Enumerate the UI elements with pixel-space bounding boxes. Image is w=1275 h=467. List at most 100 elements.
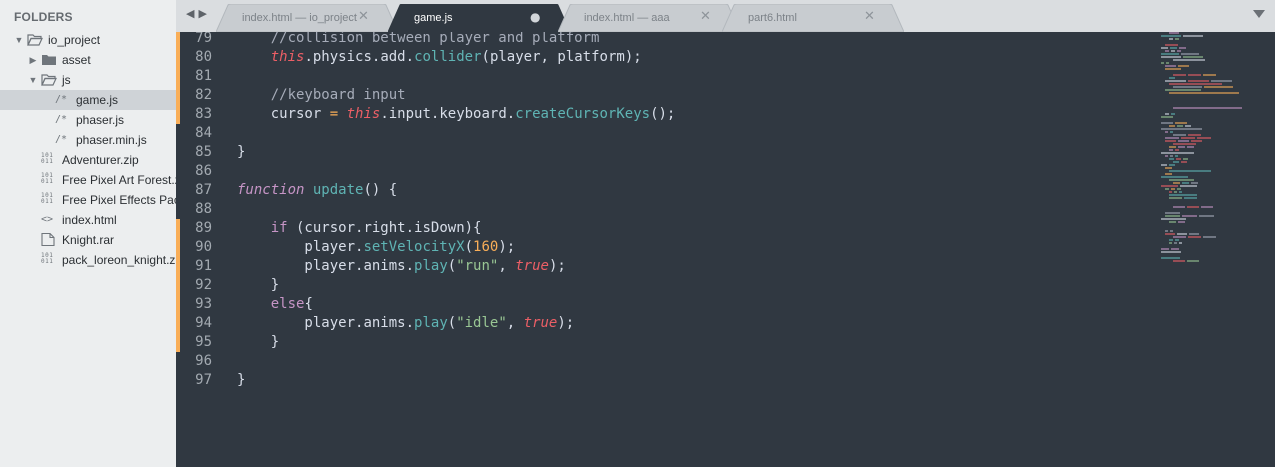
- token-string: "idle": [456, 315, 507, 331]
- sidebar-item-free-pixel-effects-pack[interactable]: 101 011 Free Pixel Effects Pack: [0, 190, 176, 210]
- token-comment: //collision between player and platform: [270, 32, 600, 46]
- token-func: update: [312, 182, 364, 198]
- close-icon[interactable]: ✕: [358, 9, 369, 24]
- code-line[interactable]: 80 this.physics.add.collider(player, pla…: [176, 48, 1156, 67]
- token-plain: input: [388, 106, 431, 122]
- minimap-line: [1177, 50, 1181, 52]
- minimap-line: [1183, 56, 1203, 58]
- minimap-line: [1187, 260, 1199, 262]
- sidebar-item-pack-loreon-knight-zip[interactable]: 101 011 pack_loreon_knight.zip: [0, 250, 176, 270]
- code-line[interactable]: 96: [176, 352, 1156, 371]
- token-punct: );: [548, 258, 566, 274]
- sidebar-item-label: Knight.rar: [62, 233, 115, 247]
- minimap-line: [1175, 239, 1179, 241]
- code-line[interactable]: 89 if (cursor.right.isDown){: [176, 219, 1156, 238]
- code-line[interactable]: 82 //keyboard input: [176, 86, 1156, 105]
- token-plain: physics: [312, 49, 372, 65]
- minimap-line: [1161, 152, 1194, 154]
- sidebar-item-label: pack_loreon_knight.zip: [62, 253, 176, 267]
- sidebar-item-io-project[interactable]: ▼ io_project: [0, 30, 176, 50]
- code-line[interactable]: 79 //collision between player and platfo…: [176, 32, 1156, 48]
- sidebar: FOLDERS ▼ io_project ▶ asset ▼ js /* game.js /* p…: [0, 0, 176, 467]
- code-line[interactable]: 90 player.setVelocityX(160);: [176, 238, 1156, 257]
- close-icon[interactable]: ✕: [864, 9, 875, 24]
- tab-overflow-icon[interactable]: [1253, 10, 1265, 18]
- code-text: }: [237, 371, 245, 390]
- token-punct: ,: [498, 258, 516, 274]
- code-editor[interactable]: 79 //collision between player and platfo…: [176, 32, 1275, 467]
- code-text: this.physics.add.collider(player, platfo…: [237, 48, 642, 67]
- sidebar-item-phaser-js[interactable]: /* phaser.js: [0, 110, 176, 130]
- minimap-line: [1161, 185, 1178, 187]
- sidebar-item-adventurer-zip[interactable]: 101 011 Adventurer.zip: [0, 150, 176, 170]
- code-text: if (cursor.right.isDown){: [237, 219, 482, 238]
- sidebar-item-index-html[interactable]: <> index.html: [0, 210, 176, 230]
- chevron-down-icon[interactable]: ▼: [14, 30, 24, 50]
- tab-part6-html[interactable]: part6.html ✕: [722, 4, 904, 32]
- sidebar-item-game-js[interactable]: /* game.js: [0, 90, 176, 110]
- code-line[interactable]: 84: [176, 124, 1156, 143]
- code-line[interactable]: 93 else{: [176, 295, 1156, 314]
- minimap-line: [1174, 242, 1177, 244]
- line-number: 94: [195, 315, 212, 331]
- sidebar-item-js[interactable]: ▼ js: [0, 70, 176, 90]
- minimap-line: [1188, 80, 1209, 82]
- minimap-line: [1161, 176, 1188, 178]
- line-number: 89: [195, 220, 212, 236]
- tab-back-icon[interactable]: ◀: [186, 7, 194, 20]
- minimap-line: [1184, 197, 1197, 199]
- chevron-right-icon[interactable]: ▶: [28, 50, 38, 70]
- minimap-line: [1197, 137, 1211, 139]
- code-line[interactable]: 87 function update() {: [176, 181, 1156, 200]
- chevron-down-icon[interactable]: ▼: [28, 70, 38, 90]
- binary-file-icon: 101 011: [41, 170, 59, 190]
- unsaved-dot-icon[interactable]: ●: [530, 10, 540, 24]
- code-text: //keyboard input: [237, 86, 406, 105]
- binary-file-icon: 101 011: [41, 250, 59, 270]
- minimap-line: [1165, 89, 1201, 91]
- minimap-line: [1199, 215, 1214, 217]
- file-glyph: /*: [55, 94, 68, 105]
- sidebar-item-phaser-min-js[interactable]: /* phaser.min.js: [0, 130, 176, 150]
- tab-forward-icon[interactable]: ▶: [198, 7, 206, 20]
- code-line[interactable]: 83 cursor = this.input.keyboard.createCu…: [176, 105, 1156, 124]
- token-punct: (: [447, 315, 457, 331]
- code-line[interactable]: 81: [176, 67, 1156, 86]
- tab-game-js[interactable]: game.js ●: [388, 4, 570, 32]
- sidebar-item-asset[interactable]: ▶ asset: [0, 50, 176, 70]
- line-number: 81: [195, 68, 212, 84]
- code-line[interactable]: 91 player.anims.play("run", true);: [176, 257, 1156, 276]
- file-glyph: /*: [55, 134, 68, 145]
- code-line[interactable]: 88: [176, 200, 1156, 219]
- code-line[interactable]: 94 player.anims.play("idle", true);: [176, 314, 1156, 333]
- code-line[interactable]: 95 }: [176, 333, 1156, 352]
- minimap-line: [1181, 161, 1187, 163]
- sidebar-item-knight-rar[interactable]: Knight.rar: [0, 230, 176, 250]
- minimap-line: [1174, 191, 1177, 193]
- token-punct: .: [304, 49, 313, 65]
- tab-index-html-io-project[interactable]: index.html — io_project ✕: [216, 4, 398, 32]
- minimap-line: [1203, 74, 1216, 76]
- token-plain: player: [489, 49, 541, 65]
- sidebar-item-label: Free Pixel Effects Pack: [62, 193, 176, 207]
- minimap-line: [1179, 47, 1186, 49]
- minimap-line: [1171, 113, 1175, 115]
- token-keyword: function: [237, 182, 305, 198]
- minimap-line: [1169, 164, 1175, 166]
- sidebar-item-free-pixel-art-forest-zip[interactable]: 101 011 Free Pixel Art Forest.zip: [0, 170, 176, 190]
- token-bool: true: [515, 258, 549, 274]
- code-line[interactable]: 97}: [176, 371, 1156, 390]
- code-line[interactable]: 92 }: [176, 276, 1156, 295]
- token-punct: }: [237, 144, 246, 160]
- close-icon[interactable]: ✕: [700, 9, 711, 24]
- sidebar-item-label: phaser.min.js: [76, 133, 147, 147]
- minimap-line: [1169, 92, 1239, 94]
- file-glyph: <>: [41, 214, 54, 225]
- code-line[interactable]: 85}: [176, 143, 1156, 162]
- html-file-icon: <>: [41, 210, 59, 230]
- binary-file-icon: 101 011: [41, 190, 59, 210]
- code-line[interactable]: 86: [176, 162, 1156, 181]
- tab-index-html-aaa[interactable]: index.html — aaa ✕: [558, 4, 740, 32]
- minimap[interactable]: [1161, 32, 1275, 267]
